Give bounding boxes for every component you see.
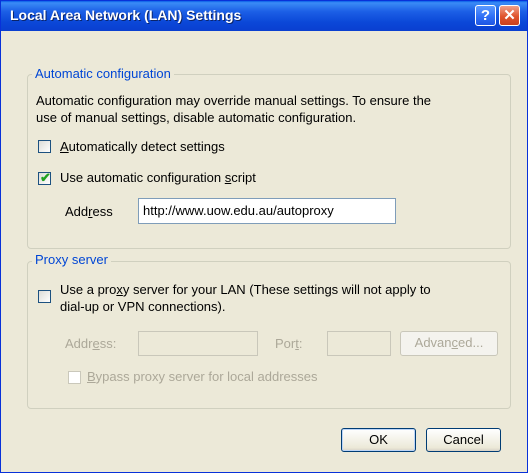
advanced-label-pre: Advan — [414, 335, 452, 350]
proxy-port-label-pre: Por — [275, 336, 296, 351]
script-address-label-pre: Add — [65, 204, 89, 219]
proxy-address-label: Address: — [65, 336, 116, 351]
script-address-label-rest: ess — [92, 204, 113, 219]
auto-detect-label-rest: utomatically detect settings — [68, 139, 225, 154]
bypass-local-label[interactable]: Bypass proxy server for local addresses — [87, 369, 317, 384]
auto-detect-hotkey: A — [60, 139, 69, 154]
advanced-label-rest: ed... — [458, 335, 484, 350]
proxy-port-label-rest: : — [298, 336, 303, 351]
close-icon: ✕ — [503, 7, 516, 24]
checkmark-icon: ✔ — [40, 170, 51, 185]
proxy-address-input[interactable] — [138, 331, 258, 356]
auto-detect-label[interactable]: Automatically detect settings — [60, 139, 225, 154]
proxy-address-label-rest: ss: — [99, 336, 117, 351]
window-title: Local Area Network (LAN) Settings — [10, 7, 242, 23]
use-proxy-label-pre: Use a pro — [60, 282, 117, 297]
use-config-script-label[interactable]: Use automatic configuration script — [60, 170, 256, 185]
bypass-local-label-rest: ypass proxy server for local addresses — [95, 369, 318, 384]
advanced-button[interactable]: Advanced... — [400, 331, 498, 356]
use-proxy-label-line2[interactable]: dial-up or VPN connections). — [60, 299, 225, 314]
cancel-button[interactable]: Cancel — [426, 428, 501, 452]
title-bar[interactable]: Local Area Network (LAN) Settings ? ✕ — [1, 1, 527, 31]
proxy-address-label-pre: Addr — [65, 336, 93, 351]
script-address-input[interactable]: http://www.uow.edu.au/autoproxy — [138, 198, 396, 224]
proxy-port-input[interactable] — [327, 331, 391, 356]
close-button[interactable]: ✕ — [499, 5, 520, 26]
bypass-local-hotkey: B — [87, 369, 96, 384]
auto-detect-checkbox[interactable] — [38, 140, 51, 153]
auto-config-description-line2: use of manual settings, disable automati… — [36, 110, 357, 125]
proxy-port-label: Port: — [275, 336, 302, 351]
bypass-local-checkbox[interactable] — [68, 371, 81, 384]
use-proxy-checkbox[interactable] — [38, 290, 51, 303]
use-proxy-label-rest: y server for your LAN (These settings wi… — [122, 282, 431, 297]
use-config-script-label-rest: cript — [231, 170, 256, 185]
automatic-configuration-legend: Automatic configuration — [32, 66, 174, 81]
use-proxy-label-line1[interactable]: Use a proxy server for your LAN (These s… — [60, 282, 431, 297]
auto-config-description-line1: Automatic configuration may override man… — [36, 93, 432, 108]
script-address-label: Address — [65, 204, 113, 219]
use-config-script-checkbox[interactable]: ✔ — [38, 170, 51, 185]
help-icon: ? — [480, 7, 491, 24]
proxy-server-legend: Proxy server — [32, 252, 111, 267]
ok-button[interactable]: OK — [341, 428, 416, 452]
use-config-script-label-pre: Use automatic configuration — [60, 170, 225, 185]
proxy-address-hotkey: e — [92, 336, 100, 351]
help-button[interactable]: ? — [475, 5, 496, 26]
lan-settings-dialog: Local Area Network (LAN) Settings ? ✕ Au… — [0, 0, 528, 473]
